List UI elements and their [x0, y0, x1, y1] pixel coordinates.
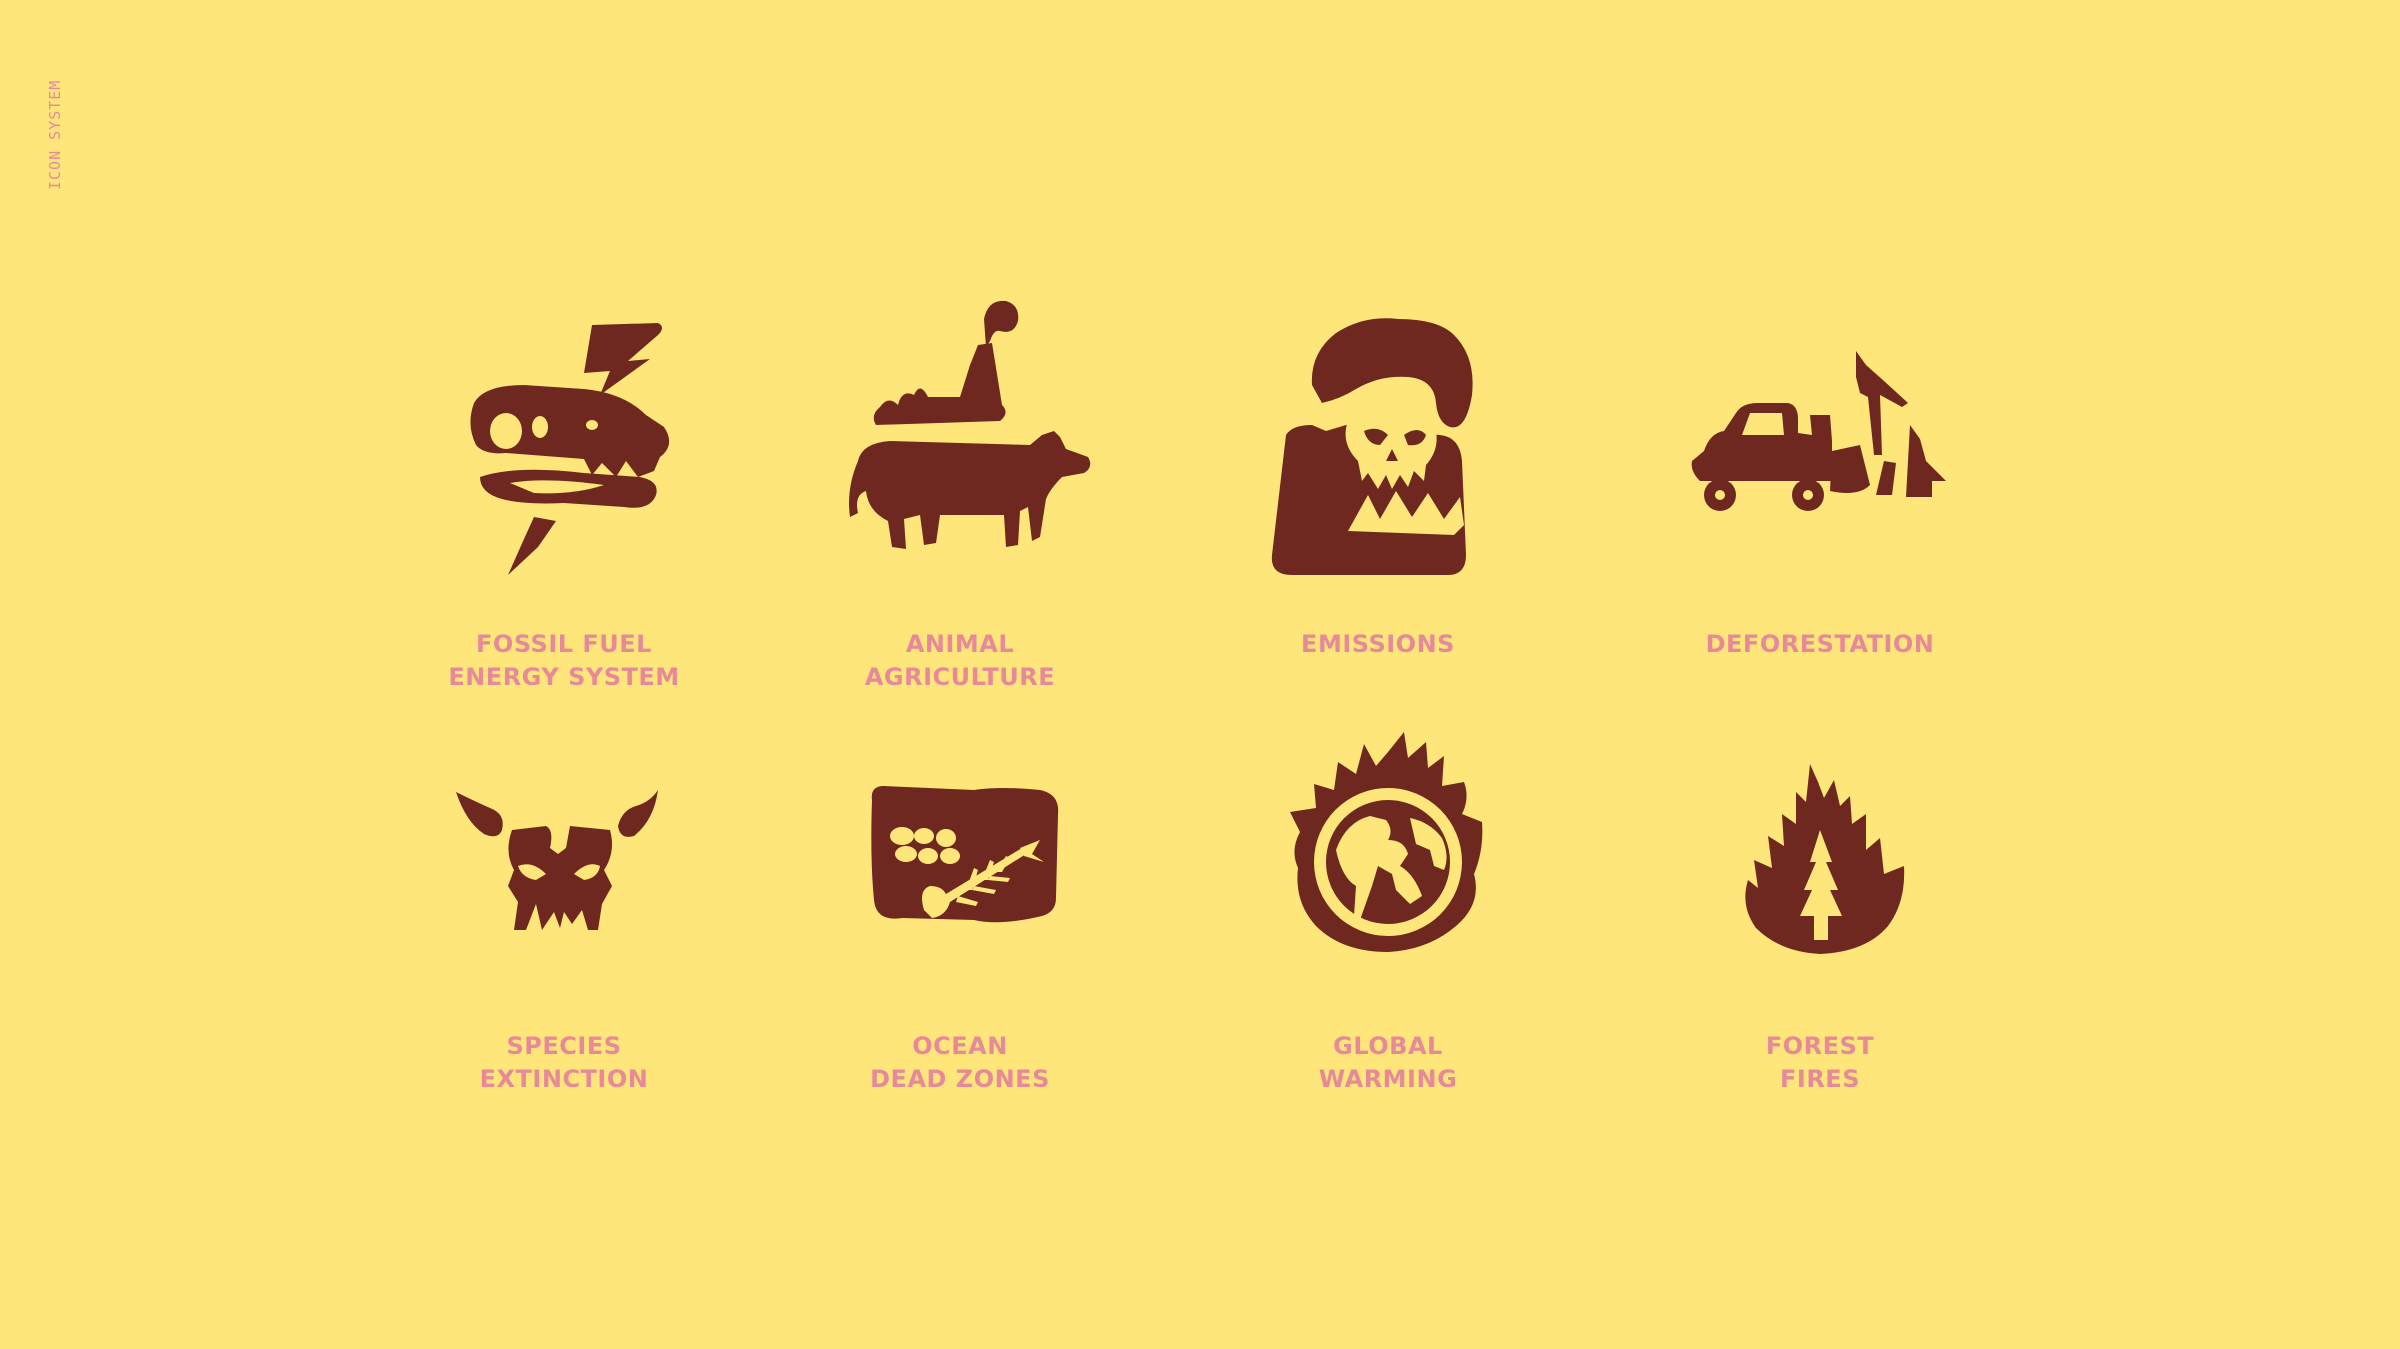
caption-line-1: GLOBAL: [1333, 1032, 1443, 1060]
icon-tile-species-extinction: SPECIES EXTINCTION: [414, 690, 714, 1093]
fish-skeleton-water-icon: [810, 690, 1110, 990]
caption-line-1: FOSSIL FUEL: [476, 630, 652, 658]
icon-tile-ocean-dead-zones: OCEAN DEAD ZONES: [810, 690, 1110, 1093]
truck-felled-trees-icon: [1670, 285, 1970, 585]
burning-globe-icon: [1238, 690, 1538, 990]
cow-factory-icon: [810, 285, 1110, 585]
caption-line-1: FOREST: [1765, 1032, 1875, 1060]
caption-line-1: SPECIES: [506, 1032, 622, 1060]
burning-tree-icon: [1670, 690, 1970, 990]
dinosaur-skull-lightning-icon: [414, 285, 714, 585]
icon-tile-animal-agriculture: ANIMAL AGRICULTURE: [810, 285, 1110, 691]
caption-line-2: FIRES: [1780, 1065, 1860, 1093]
caption-line-2: DEAD ZONES: [870, 1065, 1050, 1093]
caption-line-1: OCEAN: [912, 1032, 1008, 1060]
caption-line-1: DEFORESTATION: [1705, 630, 1935, 658]
caption-line-1: EMISSIONS: [1301, 630, 1455, 658]
horned-skull-icon: [414, 690, 714, 990]
icon-tile-emissions: EMISSIONS: [1228, 285, 1528, 685]
icon-caption: OCEAN DEAD ZONES: [810, 1030, 1110, 1096]
icon-caption: DEFORESTATION: [1670, 628, 1970, 661]
icon-tile-forest-fires: FOREST FIRES: [1670, 690, 1970, 1093]
icon-caption: FOSSIL FUEL ENERGY SYSTEM: [414, 628, 714, 694]
caption-line-2: EXTINCTION: [479, 1065, 649, 1093]
section-label: ICON SYSTEM: [46, 79, 64, 190]
caption-line-1: ANIMAL: [905, 630, 1015, 658]
icon-caption: EMISSIONS: [1228, 628, 1528, 661]
icon-caption: FOREST FIRES: [1670, 1030, 1970, 1096]
icon-caption: GLOBAL WARMING: [1238, 1030, 1538, 1096]
icon-tile-deforestation: DEFORESTATION: [1670, 285, 1970, 685]
caption-line-2: WARMING: [1318, 1065, 1458, 1093]
icon-tile-fossil-fuel: FOSSIL FUEL ENERGY SYSTEM: [414, 285, 714, 691]
icon-caption: SPECIES EXTINCTION: [414, 1030, 714, 1096]
icon-caption: ANIMAL AGRICULTURE: [810, 628, 1110, 694]
icon-tile-global-warming: GLOBAL WARMING: [1238, 690, 1538, 1093]
skull-smoke-icon: [1228, 285, 1528, 585]
